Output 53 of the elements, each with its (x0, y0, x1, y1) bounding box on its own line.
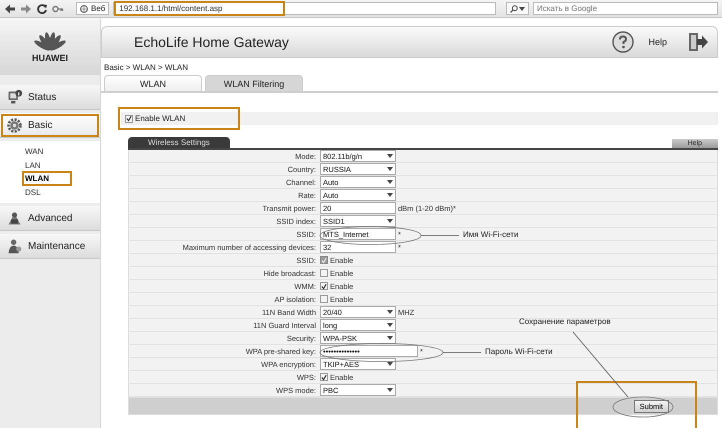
tab[interactable]: WLAN Filtering (205, 75, 303, 91)
reload-icon[interactable] (36, 2, 48, 14)
sidebar-item[interactable]: Advanced (0, 206, 100, 231)
checkbox-label: Enable WLAN (135, 114, 186, 123)
search-field[interactable]: Искать в Google (533, 2, 718, 15)
submenu-item[interactable]: WAN (0, 145, 100, 158)
checkbox[interactable] (320, 373, 328, 381)
person-icon (6, 238, 23, 254)
forward-icon[interactable] (20, 2, 32, 14)
gear-icon (6, 116, 23, 134)
caret-icon (387, 167, 393, 171)
monitor-icon (6, 88, 23, 106)
caret-icon (387, 310, 393, 314)
leader-line (572, 332, 628, 398)
leader-line (442, 352, 482, 353)
help-link[interactable]: Help (648, 37, 667, 47)
tab[interactable]: WLAN (104, 75, 202, 91)
checkbox[interactable] (320, 269, 328, 277)
submenu-item[interactable]: LAN (0, 158, 100, 172)
engine-label: Веб (91, 4, 106, 13)
submenu-item[interactable]: DSL (0, 186, 100, 199)
logo-text: HUAWEI (32, 53, 68, 63)
sidebar-item[interactable]: Basic (0, 113, 100, 138)
caret-icon (387, 180, 393, 184)
caret-icon (519, 6, 525, 10)
caret-icon (387, 193, 393, 197)
caret-icon (387, 388, 393, 392)
sidebar-item[interactable]: Status (0, 85, 100, 110)
breadcrumb: Basic > WLAN > WLAN (104, 63, 190, 72)
back-icon[interactable] (4, 2, 16, 14)
exit-icon[interactable] (687, 31, 709, 53)
address-field[interactable]: 192.168.1.1/html/content.asp (113, 2, 496, 15)
callout-label: Пароль Wi-Fi-сети (485, 346, 553, 356)
caret-icon (387, 154, 393, 158)
caret-icon (387, 362, 393, 366)
sidebar-item[interactable]: Maintenance (0, 234, 100, 259)
logo-icon (33, 30, 67, 52)
panel-title: Wireless Settings (128, 137, 230, 148)
checkbox[interactable] (125, 114, 133, 122)
help-icon[interactable] (612, 31, 634, 53)
checkbox[interactable] (320, 295, 328, 303)
submenu-item[interactable]: WLAN (0, 172, 100, 186)
callout-label: Имя Wi-Fi-сети (463, 230, 518, 238)
caret-icon (387, 219, 393, 223)
search-engine-button[interactable] (506, 2, 529, 15)
callout-label: Сохранение параметров (519, 317, 611, 326)
caret-icon (387, 336, 393, 340)
leader-line (420, 235, 460, 236)
app-title: EchoLife Home Gateway (134, 34, 290, 50)
globe-icon (80, 4, 88, 12)
caret-icon (387, 323, 393, 327)
checkbox[interactable] (320, 282, 328, 290)
search-icon (510, 4, 518, 12)
